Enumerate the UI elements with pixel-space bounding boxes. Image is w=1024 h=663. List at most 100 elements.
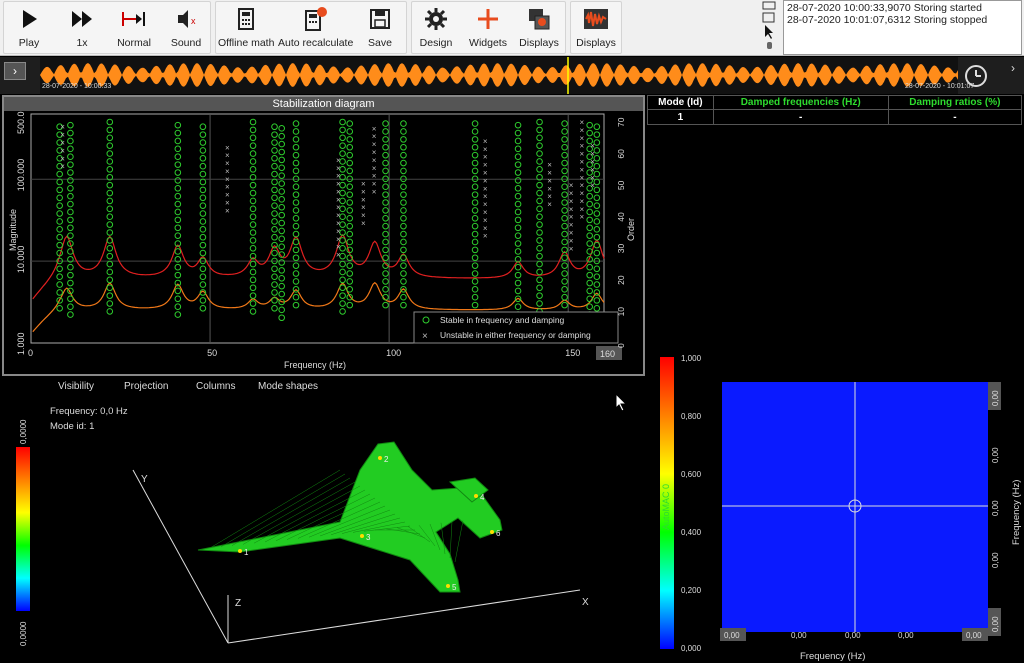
scale-bottom-label: 0,0000 (19, 621, 28, 646)
unstable-pole-marker: × (372, 148, 377, 157)
unstable-pole-marker: × (569, 229, 574, 238)
clock-button[interactable] (962, 62, 990, 90)
y-tick-label: 1.000 (16, 332, 26, 355)
automac-scale-label: 0,800 (681, 412, 702, 421)
y2-axis-label: Order (626, 218, 636, 241)
stabilization-chart[interactable]: 500.000100.00010.0001.000Magnitude0 50 100… (4, 111, 643, 374)
clock-icon (965, 65, 987, 87)
unstable-pole-marker: × (336, 243, 341, 252)
mode-node-label: 6 (496, 529, 501, 538)
save-button[interactable]: Save (356, 0, 404, 53)
unstable-pole-marker: × (336, 187, 341, 196)
automac-x-tick: 0,00 (791, 631, 807, 640)
unstable-pole-marker: × (483, 137, 488, 146)
unstable-pole-marker: × (580, 150, 585, 159)
unstable-pole-marker: × (361, 219, 366, 228)
unstable-pole-marker: × (580, 142, 585, 151)
sound-button[interactable]: x Sound (162, 0, 210, 53)
svg-text:x: x (191, 16, 196, 26)
offline-math-button[interactable]: Offline math (218, 0, 274, 53)
play-button[interactable]: Play (6, 0, 52, 53)
calculator-refresh-icon (305, 7, 327, 31)
waveform-display-icon (584, 9, 608, 29)
mode-shape-3d-view[interactable]: Y X Z 1 2 3 4 5 6 (40, 430, 610, 660)
y2-tick-label: 40 (616, 212, 626, 222)
y2-tick-label: 20 (616, 275, 626, 285)
automac-y-tick: 0,00 (991, 616, 1000, 632)
design-button[interactable]: Design (414, 0, 458, 53)
unstable-pole-marker: × (569, 197, 574, 206)
legend-stable-label: Stable in frequency and damping (440, 315, 565, 325)
tab-visibility[interactable]: Visibility (58, 381, 94, 392)
mode-frequency-label: Frequency: 0,0 Hz (50, 406, 128, 417)
scale-top-label: 0,0000 (19, 419, 28, 444)
mode-node-marker (490, 530, 494, 534)
log-side-icons (760, 0, 780, 55)
axis-z-label: Z (235, 598, 241, 609)
col-damped-freq[interactable]: Damped frequencies (Hz) (712, 95, 889, 110)
unstable-pole-marker: × (60, 146, 65, 155)
widgets-button[interactable]: Widgets (464, 0, 512, 53)
timeline-waveform[interactable] (40, 57, 958, 94)
x-axis-label: Frequency (Hz) (284, 360, 346, 370)
unstable-pole-marker: × (590, 173, 595, 182)
unstable-pole-marker: × (372, 156, 377, 165)
timeline-expand-button[interactable]: › (4, 62, 26, 80)
mode-node-marker (474, 494, 478, 498)
automac-y-tick: 0,00 (991, 390, 1000, 406)
timeline-start-label: 28-07-2020 - 10:00:33 (42, 83, 112, 90)
displays-icon (529, 9, 550, 30)
unstable-pole-marker: × (60, 154, 65, 163)
unstable-pole-marker: × (483, 232, 488, 241)
unstable-pole-marker: × (569, 213, 574, 222)
unstable-pole-marker: × (580, 205, 585, 214)
x-tick-label: 50 (207, 348, 217, 358)
unstable-pole-marker: × (547, 192, 552, 201)
table-row[interactable]: 1 - - (647, 109, 1023, 125)
mode-node-label: 4 (480, 493, 485, 502)
automac-scale-label: 1,000 (681, 354, 702, 363)
step-marker-icon (122, 12, 145, 26)
unstable-pole-marker: × (483, 161, 488, 170)
log-line: 28-07-2020 10:00:33,9070 Storing started (787, 2, 982, 14)
unstable-pole-marker: × (225, 206, 230, 215)
tab-projection[interactable]: Projection (124, 381, 168, 392)
unstable-pole-marker: × (590, 157, 595, 166)
log-icons (762, 1, 776, 49)
mode-node-marker (360, 534, 364, 538)
unstable-pole-marker: × (547, 200, 552, 209)
x-tick-label: 0 (28, 348, 33, 358)
unstable-pole-marker: × (569, 244, 574, 253)
x-tick-label: 160 (600, 349, 615, 359)
tab-columns[interactable]: Columns (196, 381, 235, 392)
modes-table: Mode (Id) Damped frequencies (Hz) Dampin… (647, 95, 1023, 125)
automac-x-tick: 0,00 (724, 631, 740, 640)
tab-mode-shapes[interactable]: Mode shapes (258, 381, 318, 392)
timeline-collapse-button[interactable]: › (1004, 61, 1022, 77)
unstable-pole-marker: × (372, 180, 377, 189)
unstable-pole-marker: × (336, 156, 341, 165)
fast-forward-icon (72, 11, 92, 27)
unstable-pole-marker: × (372, 140, 377, 149)
unstable-pole-marker: × (372, 124, 377, 133)
col-mode-id[interactable]: Mode (Id) (647, 95, 714, 110)
col-damping-ratio[interactable]: Damping ratios (%) (887, 95, 1023, 110)
unstable-pole-marker: × (361, 187, 366, 196)
automac-scale-label: 0,600 (681, 470, 702, 479)
normal-button[interactable]: Normal (110, 0, 158, 53)
unstable-pole-marker: × (569, 205, 574, 214)
speed-button[interactable]: 1x (58, 0, 106, 53)
plot-area (30, 113, 605, 344)
unstable-pole-marker: × (225, 175, 230, 184)
auto-recalculate-button[interactable]: Auto recalculate (278, 0, 353, 53)
automac-x-tick: 0,00 (898, 631, 914, 640)
automac-x-tick: 0,00 (845, 631, 861, 640)
displays-dropdown-button[interactable]: Displays (572, 0, 620, 53)
automac-xlabel: Frequency (Hz) (800, 651, 866, 662)
automac-matrix[interactable]: 0,00 0,00 0,00 0,00 0,00 0,00 0,00 0,00 0,00 0,00 (718, 378, 1008, 648)
y2-tick-label: 0 (616, 343, 626, 348)
legend-unstable-label: Unstable in either frequency or damping (440, 330, 591, 340)
modes-table-header: Mode (Id) Damped frequencies (Hz) Dampin… (647, 95, 1023, 110)
structure-mesh (197, 441, 503, 593)
displays-button[interactable]: Displays (516, 0, 562, 53)
